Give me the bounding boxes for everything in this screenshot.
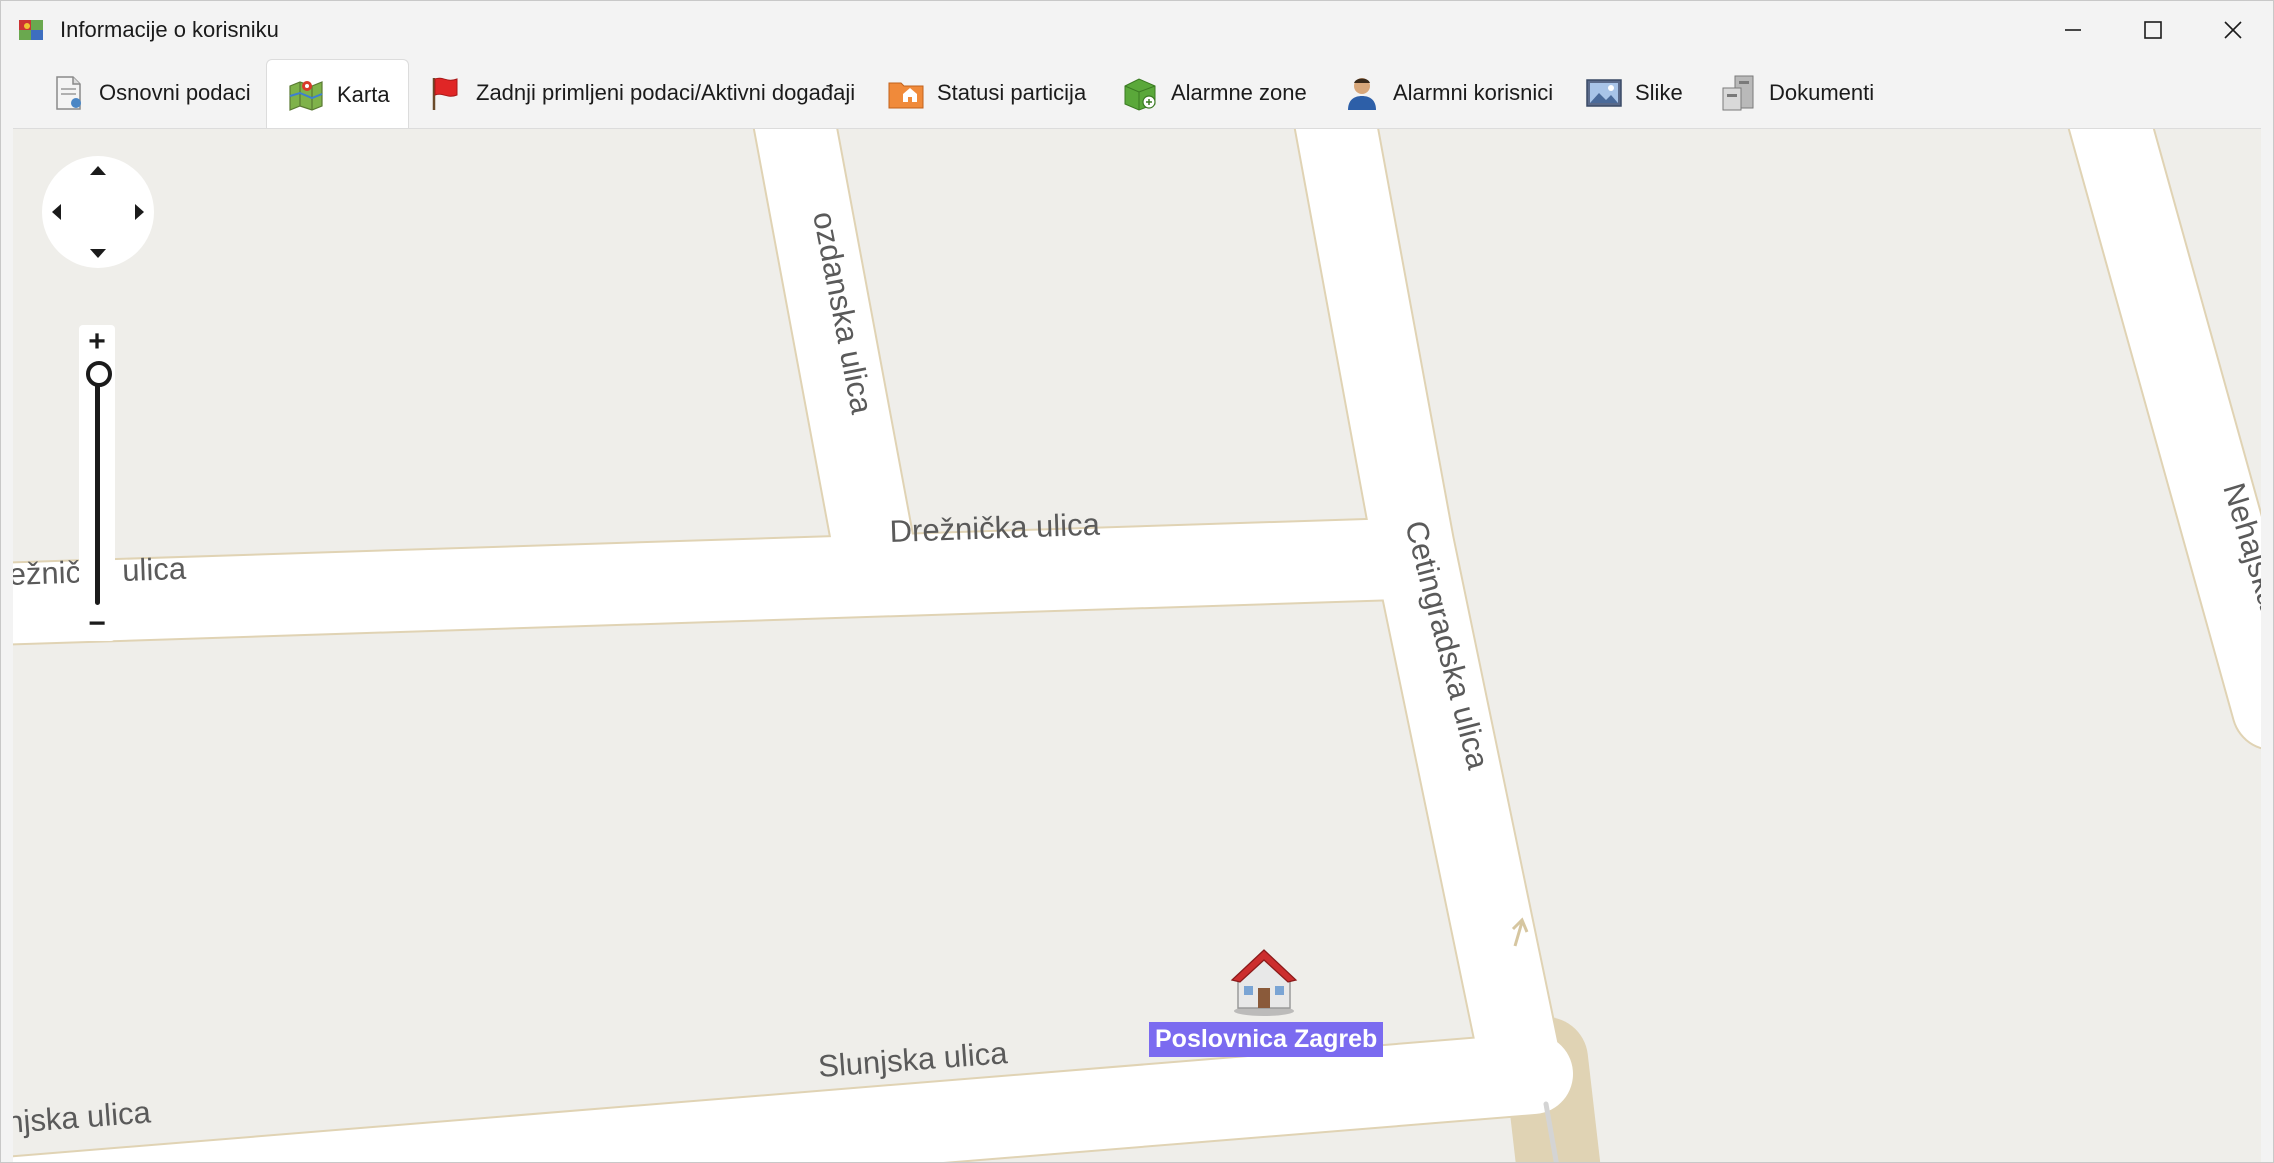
tab-label: Osnovni podaci: [99, 80, 251, 105]
minimize-button[interactable]: [2033, 1, 2113, 59]
maximize-icon: [2144, 21, 2162, 39]
close-icon: [2224, 21, 2242, 39]
tab-zadnji-primljeni-podaci[interactable]: Zadnji primljeni podaci/Aktivni događaji: [426, 59, 855, 127]
tab-statusi-particija[interactable]: Statusi particija: [887, 59, 1086, 127]
close-button[interactable]: [2193, 1, 2273, 59]
window-title: Informacije o korisniku: [60, 17, 279, 42]
map-view[interactable]: ozdanska ulica Drežnička ulica ežnička u…: [13, 128, 2261, 1162]
tab-osnovni-podaci[interactable]: Osnovni podaci: [49, 59, 251, 127]
tab-label: Slike: [1635, 80, 1683, 105]
pan-up-icon[interactable]: [90, 166, 106, 175]
marker-label[interactable]: Poslovnica Zagreb: [1149, 1022, 1384, 1057]
street-label: Slunjska ulica: [817, 1035, 1009, 1084]
zone-icon: [1124, 78, 1156, 111]
tab-label: Alarmne zone: [1171, 80, 1307, 105]
zoom-out-button[interactable]: −: [79, 607, 115, 641]
maximize-button[interactable]: [2113, 1, 2193, 59]
tab-alarmni-korisnici[interactable]: Alarmni korisnici: [1343, 59, 1553, 127]
map-roads: ozdanska ulica Drežnička ulica ežnička u…: [13, 129, 2261, 1162]
zoom-slider-track[interactable]: [95, 369, 100, 605]
flag-icon: [432, 77, 458, 110]
title-bar: Informacije o korisniku: [1, 1, 2273, 59]
folder-home-icon: [888, 82, 924, 109]
user-info-window: Informacije o korisniku Osnovni podaci K…: [0, 0, 2274, 1163]
zoom-in-button[interactable]: +: [79, 325, 115, 359]
tab-label: Alarmni korisnici: [1393, 80, 1554, 105]
user-icon: [1348, 78, 1376, 110]
tab-label: Dokumenti: [1769, 80, 1875, 105]
app-icon: [19, 20, 43, 40]
tab-label: Karta: [337, 82, 390, 107]
pan-arrows: [52, 166, 144, 258]
pan-left-icon[interactable]: [52, 204, 61, 220]
tab-slike[interactable]: Slike: [1585, 59, 1683, 127]
zoom-slider-thumb[interactable]: [86, 361, 112, 387]
tab-dokumenti[interactable]: Dokumenti: [1719, 59, 1874, 127]
tab-label: Statusi particija: [937, 80, 1087, 105]
minimize-icon: [2065, 29, 2081, 31]
image-icon: [1586, 79, 1622, 107]
document-icon: [56, 76, 81, 110]
pan-right-icon[interactable]: [135, 204, 144, 220]
tab-karta[interactable]: Karta: [266, 59, 409, 130]
documents-icon: [1722, 75, 1754, 111]
map-icon: [289, 81, 323, 111]
street-label: njska ulica: [13, 1094, 153, 1140]
tab-label: Zadnji primljeni podaci/Aktivni događaji: [476, 80, 856, 105]
house-icon[interactable]: [1224, 938, 1304, 1018]
street-label: Drežnička ulica: [889, 507, 1101, 549]
pan-control: [42, 156, 154, 268]
tab-bar: Osnovni podaci Karta Zadnji primljeni po…: [1, 59, 2273, 130]
pan-down-icon[interactable]: [90, 249, 106, 258]
tab-alarmne-zone[interactable]: Alarmne zone: [1121, 59, 1307, 127]
zoom-control: + −: [79, 325, 115, 641]
